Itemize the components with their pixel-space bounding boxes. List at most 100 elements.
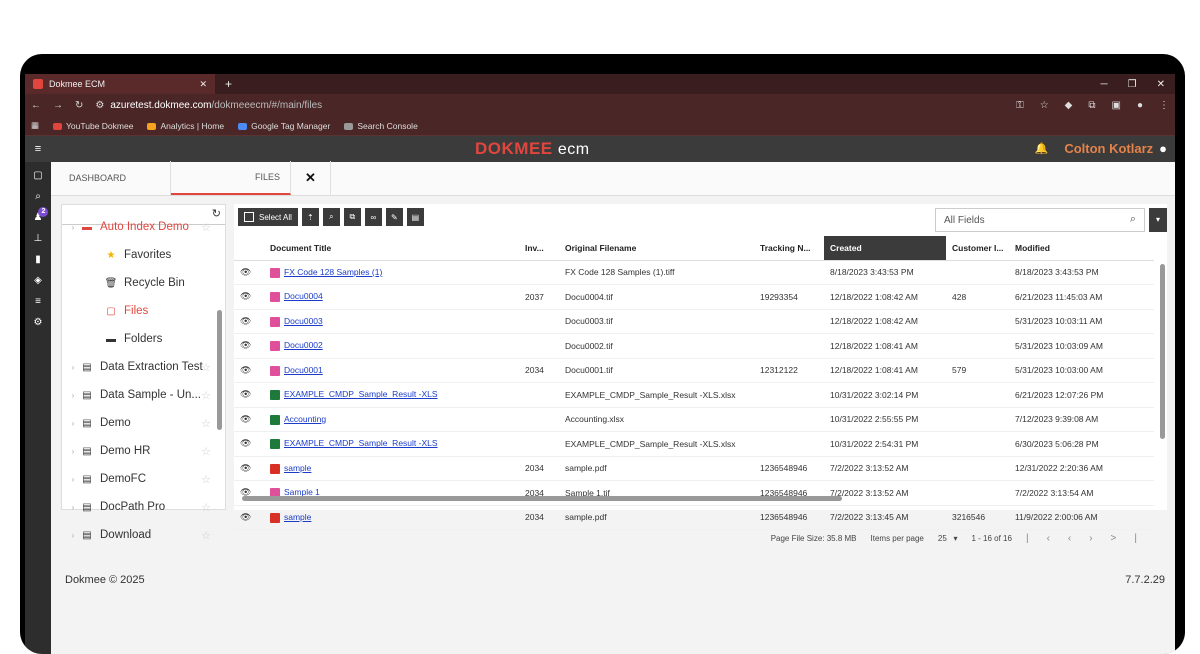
search-icon[interactable]: ⌕ (35, 191, 41, 202)
extensions-icon[interactable]: ◆ (1065, 100, 1073, 111)
table-row[interactable]: 👁 sample 2034 sample.pdf 1236548946 7/2/2022 … (234, 456, 1154, 481)
shield-icon[interactable]: ◈ (34, 275, 42, 286)
col-inv[interactable]: Inv... (519, 236, 559, 261)
bookmark-star-icon[interactable]: ☆ (1040, 100, 1049, 111)
col-orig[interactable]: Original Filename (559, 236, 754, 261)
password-icon[interactable]: ⚿ (1016, 100, 1024, 111)
minimize-icon[interactable]: ─ (1101, 79, 1108, 90)
favorite-star-icon[interactable]: ☆ (201, 473, 211, 486)
document-title-link[interactable]: Accounting (284, 414, 326, 424)
document-title-link[interactable]: EXAMPLE_CMDP_Sample_Result -XLS (284, 389, 438, 399)
vertical-scrollbar[interactable] (1160, 264, 1165, 439)
view-eye-icon[interactable]: 👁 (234, 333, 264, 359)
favorite-star-icon[interactable]: ☆ (201, 221, 211, 234)
document-title-link[interactable]: sample (284, 463, 311, 473)
settings-icon[interactable]: ⚙ (34, 317, 43, 328)
table-row[interactable]: 👁 Docu0002 Docu0002.tif 12/18/2022 1:08:41 … (234, 333, 1154, 359)
tree-item[interactable]: 🗑 Recycle Bin (62, 269, 225, 297)
side-panel-icon[interactable]: ▣ (1112, 100, 1121, 111)
notifications-icon[interactable]: ♟ 2 (34, 207, 49, 223)
document-title-link[interactable]: sample (284, 512, 311, 522)
table-row[interactable]: 👁 Docu0001 2034 Docu0001.tif 12312122 12/18/2… (234, 358, 1154, 383)
table-row[interactable]: 👁 Docu0003 Docu0003.tif 12/18/2022 1:08:42 … (234, 309, 1154, 334)
document-title-link[interactable]: Docu0004 (284, 291, 323, 301)
document-title-link[interactable]: Docu0003 (284, 316, 323, 326)
favorite-star-icon[interactable]: ☆ (201, 417, 211, 430)
table-row[interactable]: 👁 sample 2034 sample.pdf 1236548946 7/2/2022 … (234, 505, 1154, 530)
files-icon[interactable]: ▢ (33, 170, 42, 181)
expand-icon[interactable]: › (66, 503, 80, 512)
close-tab-icon[interactable]: ✕ (199, 79, 207, 90)
col-title[interactable]: Document Title (264, 236, 519, 261)
hamburger-icon[interactable]: ≡ (25, 143, 51, 155)
search-icon[interactable]: ⌕ (1130, 213, 1136, 226)
forward-icon[interactable]: → (53, 100, 63, 111)
user-avatar-icon[interactable]: ● (1159, 141, 1167, 156)
view-eye-icon[interactable]: 👁 (234, 309, 264, 334)
restore-icon[interactable]: ❐ (1128, 79, 1137, 90)
tab-files[interactable]: FILES (171, 161, 291, 195)
view-eye-icon[interactable]: 👁 (234, 407, 264, 432)
view-eye-icon[interactable]: 👁 (234, 431, 264, 457)
table-row[interactable]: 👁 FX Code 128 Samples (1) FX Code 128 Samp… (234, 260, 1154, 285)
col-created[interactable]: Created (824, 236, 946, 261)
view-eye-icon[interactable]: 👁 (234, 505, 264, 530)
col-customer[interactable]: Customer I... (946, 236, 1009, 261)
apps-icon[interactable]: ▦ (31, 120, 39, 131)
tree-item[interactable]: ▬ Folders (62, 325, 225, 353)
expand-icon[interactable]: › (66, 475, 80, 484)
tree-item[interactable]: ▢ Files (62, 297, 225, 325)
tree-item[interactable]: › ▤ Data Extraction Test ☆ (62, 353, 225, 381)
new-tab-button[interactable]: + (225, 77, 232, 91)
hierarchy-icon[interactable]: ⊥ (34, 233, 43, 244)
favorite-star-icon[interactable]: ☆ (201, 389, 211, 402)
col-tracking[interactable]: Tracking N... (754, 236, 824, 261)
profile-icon[interactable]: ● (1137, 100, 1143, 111)
expand-icon[interactable]: › (66, 391, 80, 400)
expand-icon[interactable]: › (66, 363, 80, 372)
puzzle-icon[interactable]: ⧉ (1088, 100, 1095, 111)
items-per-page-select[interactable]: 25 ▾ (938, 534, 958, 543)
tree-item[interactable]: › ▤ Data Sample - Un... ☆ (62, 381, 225, 409)
menu-icon[interactable]: ⋮ (1159, 100, 1169, 111)
view-eye-icon[interactable]: 👁 (234, 382, 264, 408)
document-title-link[interactable]: FX Code 128 Samples (1) (284, 267, 382, 277)
view-eye-icon[interactable]: 👁 (234, 358, 264, 383)
search-doc-icon[interactable]: ⌕ (322, 208, 340, 226)
view-eye-icon[interactable]: 👁 (234, 260, 264, 285)
close-tab-button[interactable]: ✕ (291, 161, 331, 195)
tree-item[interactable]: › ▬ Auto Index Demo ☆ (62, 213, 225, 241)
bookmark-analytics[interactable]: Analytics | Home (147, 121, 224, 131)
horizontal-scrollbar[interactable] (242, 496, 842, 501)
bookmark-gtm[interactable]: Google Tag Manager (238, 121, 330, 131)
reload-icon[interactable]: ↻ (75, 100, 83, 111)
list-icon[interactable]: ≡ (35, 296, 41, 307)
tree-item[interactable]: › ▤ DemoFC ☆ (62, 465, 225, 493)
url-field[interactable]: ⚙ azuretest.dokmee.com/dokmeeecm/#/main/… (95, 100, 322, 111)
expand-icon[interactable]: › (66, 447, 80, 456)
pager-nav[interactable]: |‹‹›>| (1026, 533, 1155, 544)
table-row[interactable]: 👁 Docu0004 2037 Docu0004.tif 19293354 12/18/2… (234, 284, 1154, 310)
document-title-link[interactable]: Docu0001 (284, 365, 323, 375)
table-row[interactable]: 👁 EXAMPLE_CMDP_Sample_Result -XLS EXAMPLE_… (234, 431, 1154, 457)
favorite-star-icon[interactable]: ☆ (201, 361, 211, 374)
view-eye-icon[interactable]: 👁 (234, 456, 264, 481)
document-title-link[interactable]: Docu0002 (284, 340, 323, 350)
browser-tab[interactable]: Dokmee ECM ✕ (25, 74, 215, 94)
expand-icon[interactable]: › (66, 223, 80, 232)
doc-icon[interactable]: ▤ (406, 208, 424, 226)
select-all-button[interactable]: Select All (238, 208, 298, 226)
copy-icon[interactable]: ⧉ (343, 208, 361, 226)
close-window-icon[interactable]: ✕ (1157, 79, 1165, 90)
document-title-link[interactable]: EXAMPLE_CMDP_Sample_Result -XLS (284, 438, 438, 448)
bell-icon[interactable]: 🔔 (1035, 142, 1049, 155)
tree-item[interactable]: › ▤ DocPath Pro ☆ (62, 493, 225, 521)
fields-dropdown-icon[interactable]: ▾ (1149, 208, 1167, 232)
tree-scrollbar[interactable] (217, 225, 222, 505)
upload-icon[interactable]: ⇡ (301, 208, 319, 226)
table-row[interactable]: 👁 Sample 1 2034 Sample 1.tif 1236548946 7/2/2… (234, 480, 1154, 506)
tab-dashboard[interactable]: DASHBOARD (51, 161, 171, 195)
table-row[interactable]: 👁 EXAMPLE_CMDP_Sample_Result -XLS EXAMPLE_… (234, 382, 1154, 408)
back-icon[interactable]: ← (31, 100, 41, 111)
table-row[interactable]: 👁 Accounting Accounting.xlsx 10/31/2022 2:5… (234, 407, 1154, 432)
